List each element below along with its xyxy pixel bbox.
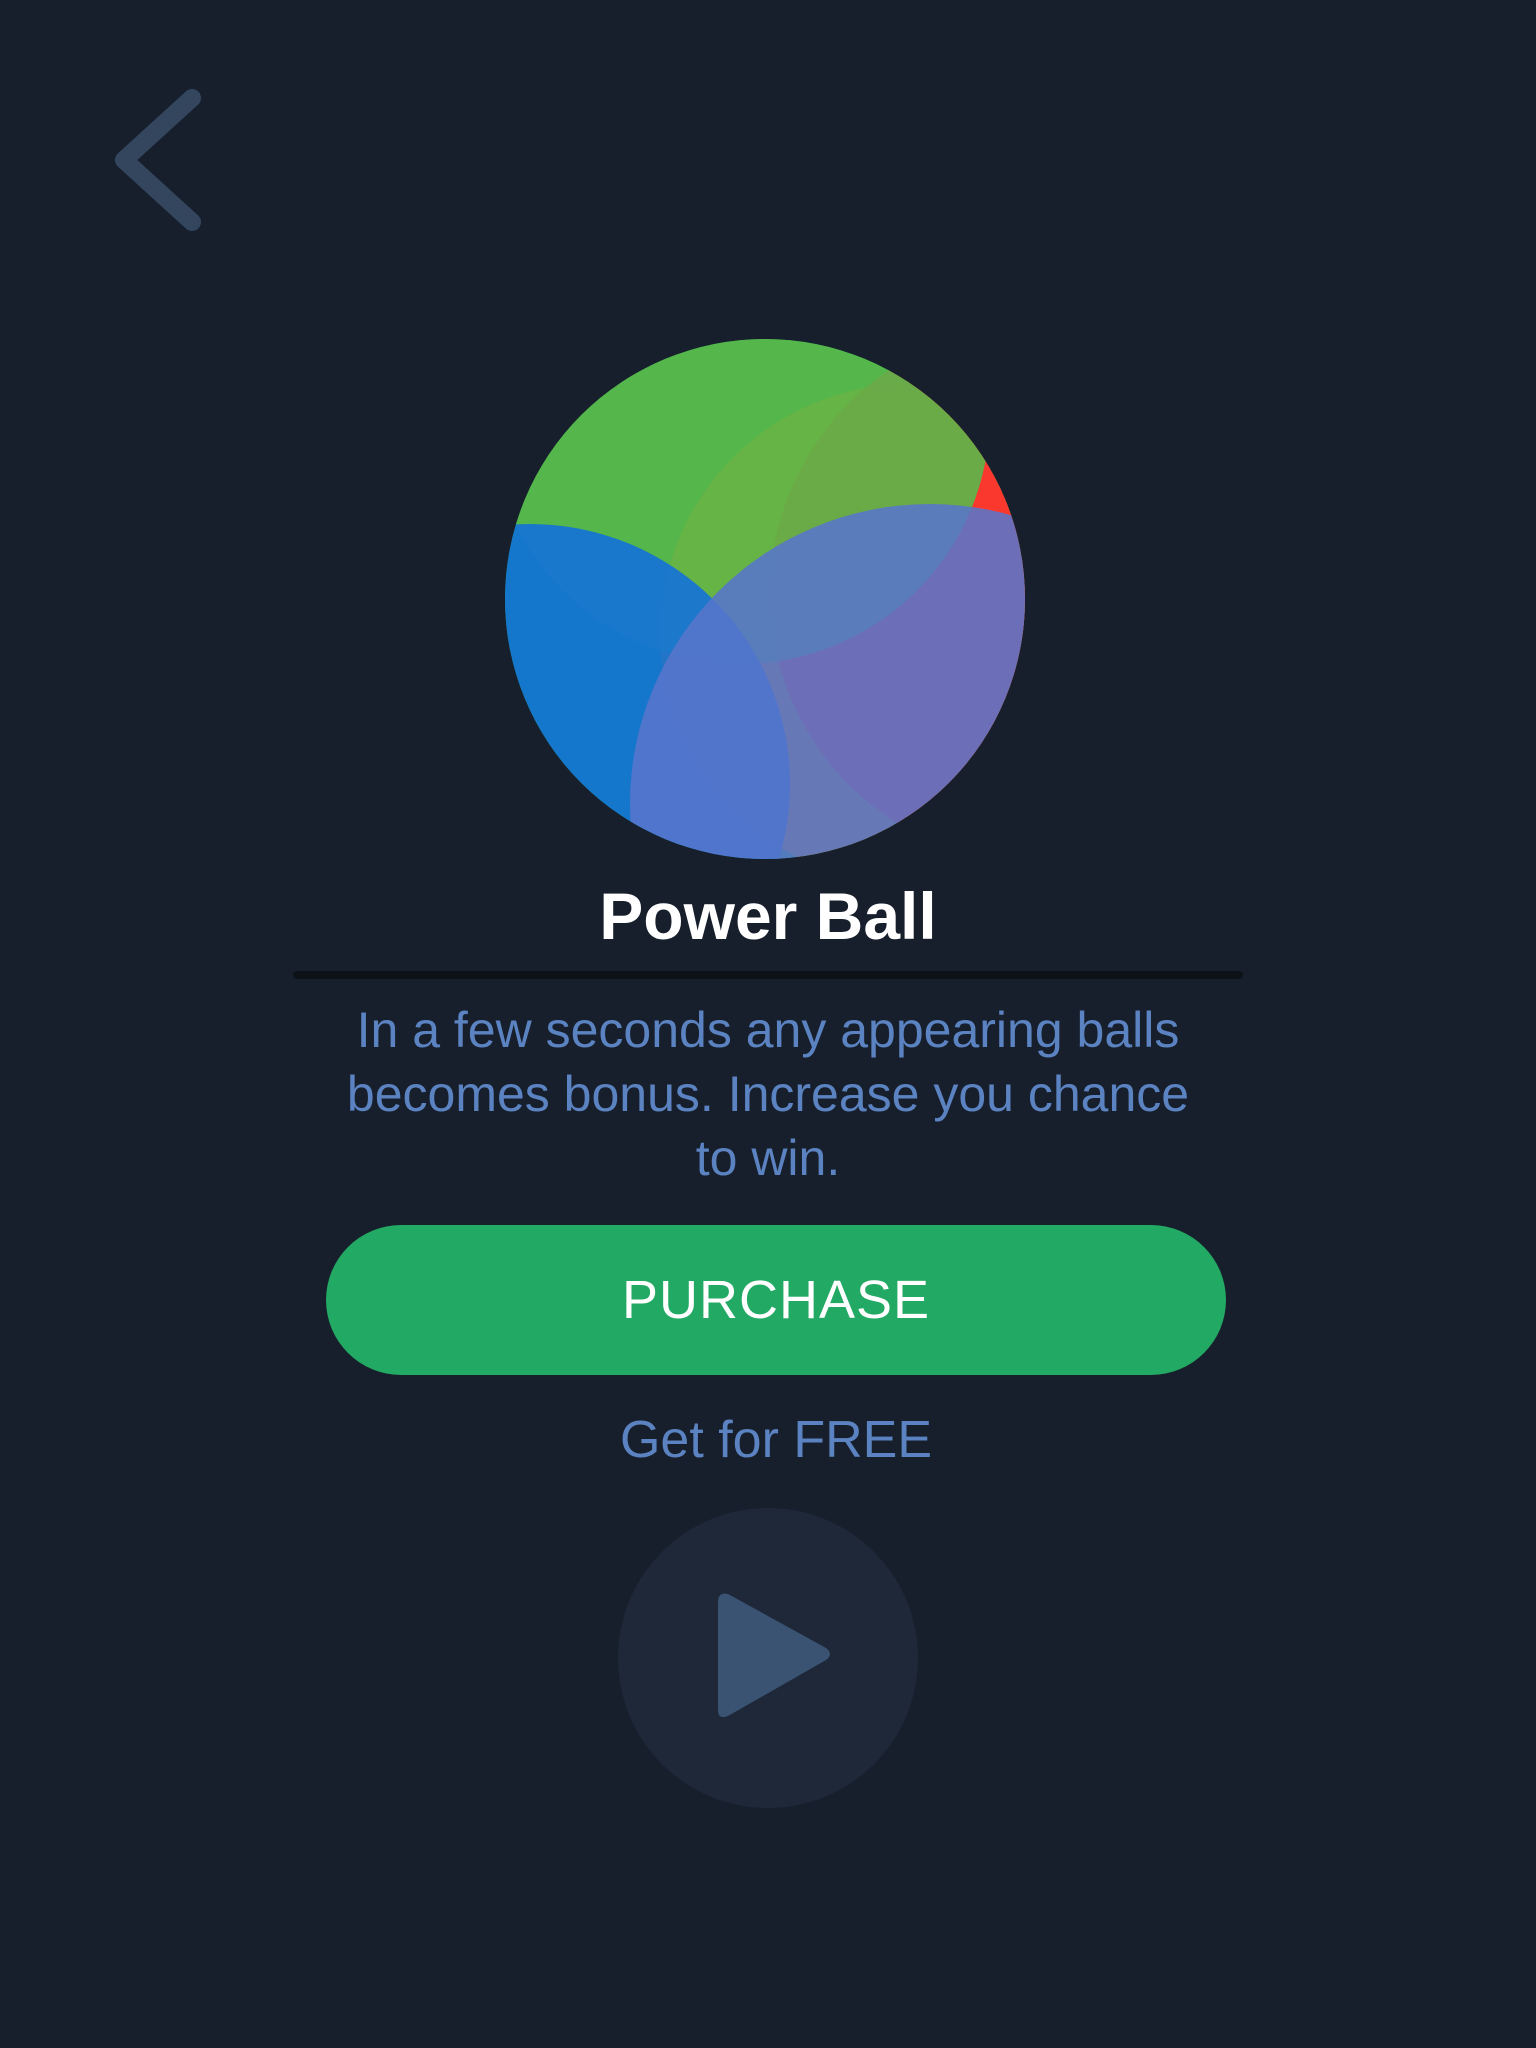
purchase-button[interactable]: PURCHASE xyxy=(326,1225,1226,1375)
back-button[interactable] xyxy=(110,80,220,240)
item-description: In a few seconds any appearing balls bec… xyxy=(346,1002,1190,1186)
play-icon xyxy=(718,1593,830,1718)
title-divider xyxy=(293,971,1243,979)
get-for-free-link[interactable]: Get for FREE xyxy=(0,1408,1536,1472)
power-ball-icon xyxy=(500,334,1030,864)
item-title: Power Ball xyxy=(599,879,937,953)
purchase-button-label: PURCHASE xyxy=(621,1270,931,1330)
chevron-left-icon xyxy=(115,89,201,231)
play-video-button[interactable] xyxy=(618,1508,918,1808)
